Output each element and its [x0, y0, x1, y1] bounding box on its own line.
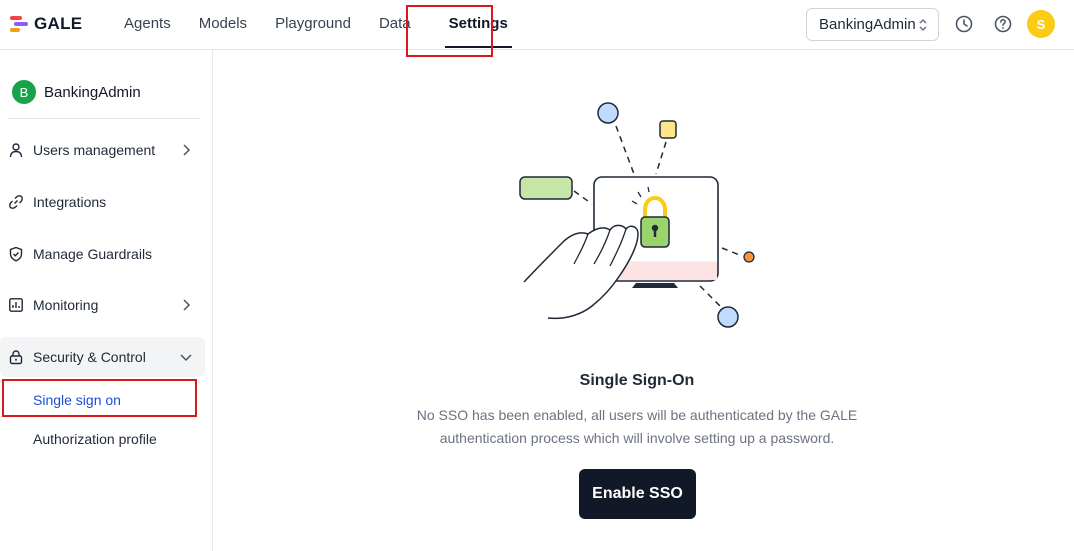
settings-sidebar: B BankingAdmin Users management Integrat… — [0, 50, 213, 551]
enable-sso-button[interactable]: Enable SSO — [579, 469, 696, 519]
app-name: GALE — [34, 14, 83, 33]
divider — [8, 118, 200, 119]
blue-circle-bottom — [717, 306, 739, 328]
user-icon — [8, 142, 24, 158]
history-icon[interactable] — [954, 14, 974, 34]
sidebar-item-manage-guardrails[interactable]: Manage Guardrails — [0, 234, 205, 274]
chevron-up-down-icon — [919, 18, 927, 31]
sso-description-line-1: No SSO has been enabled, all users will … — [416, 407, 858, 423]
help-icon[interactable] — [993, 14, 1013, 34]
blue-circle-top — [597, 102, 619, 124]
sidebar-item-security-control[interactable]: Security & Control — [0, 337, 205, 377]
workspace-avatar: B — [12, 80, 36, 104]
sso-illustration — [519, 102, 755, 328]
nav-data[interactable]: Data — [365, 0, 425, 50]
top-navigation-bar: GALE Agents Models Playground Data Setti… — [0, 0, 1074, 50]
sidebar-item-users-management[interactable]: Users management — [0, 130, 205, 170]
sidebar-subitem-authorization-profile[interactable]: Authorization profile — [33, 431, 157, 447]
chart-icon — [8, 297, 24, 313]
sidebar-item-label: Monitoring — [33, 297, 99, 313]
main-nav: Agents Models Playground Data Settings — [110, 0, 522, 50]
gale-logo-icon — [10, 15, 28, 33]
user-avatar[interactable]: S — [1027, 10, 1055, 38]
yellow-square — [659, 120, 677, 139]
main-content: Single Sign-On No SSO has been enabled, … — [214, 50, 1074, 551]
green-pill — [519, 176, 573, 200]
gale-logo[interactable]: GALE — [10, 14, 82, 34]
chevron-down-icon — [180, 354, 192, 362]
lock-icon — [8, 349, 24, 365]
org-select-dropdown[interactable]: BankingAdmin — [806, 8, 939, 41]
workspace-name: BankingAdmin — [44, 83, 141, 101]
sidebar-subitem-single-sign-on[interactable]: Single sign on — [33, 392, 121, 408]
sidebar-item-integrations[interactable]: Integrations — [0, 182, 205, 222]
nav-models[interactable]: Models — [185, 0, 261, 50]
hand-outline — [523, 224, 639, 320]
chevron-right-icon — [183, 144, 191, 156]
sidebar-item-label: Integrations — [33, 194, 107, 210]
sidebar-item-label: Security & Control — [33, 349, 146, 365]
sso-title: Single Sign-On — [579, 372, 695, 389]
sso-description-line-2: authentication process which will involv… — [439, 430, 835, 446]
org-select-value: BankingAdmin — [819, 16, 916, 33]
workspace-header: B BankingAdmin — [12, 80, 141, 104]
orange-dot — [743, 251, 755, 263]
sidebar-item-label: Users management — [33, 142, 156, 158]
link-icon — [8, 194, 24, 210]
chevron-right-icon — [183, 299, 191, 311]
sso-description: No SSO has been enabled, all users will … — [414, 404, 860, 450]
nav-settings[interactable]: Settings — [435, 0, 522, 50]
sidebar-item-label: Manage Guardrails — [33, 246, 153, 262]
nav-playground[interactable]: Playground — [261, 0, 365, 50]
shield-check-icon — [8, 246, 24, 262]
nav-agents[interactable]: Agents — [110, 0, 185, 50]
sidebar-item-monitoring[interactable]: Monitoring — [0, 285, 205, 325]
